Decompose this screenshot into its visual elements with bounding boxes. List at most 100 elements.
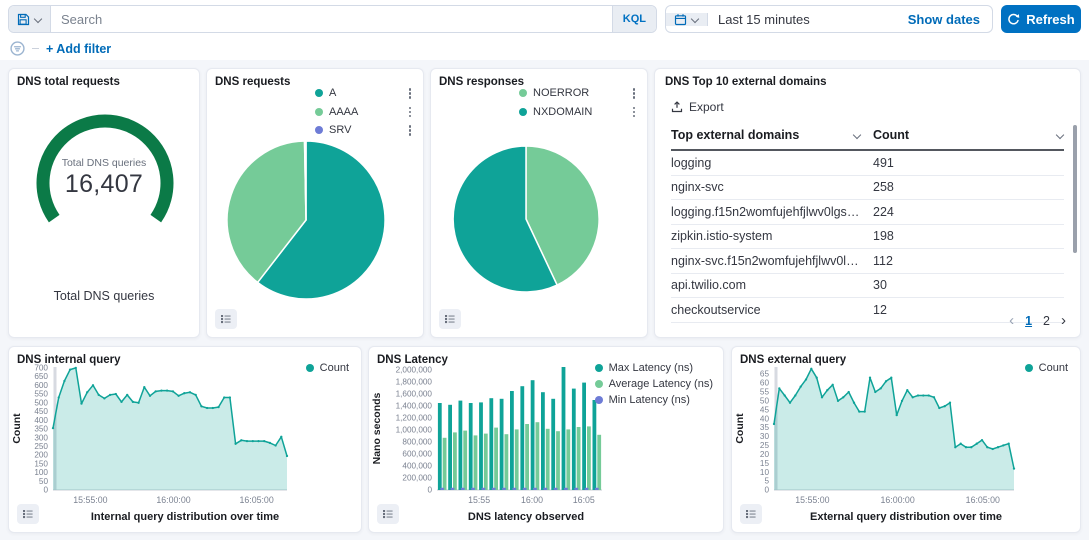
table-scrollbar[interactable] [1073,125,1077,253]
next-page-icon[interactable]: › [1061,313,1066,328]
page-number-1[interactable]: 1 [1025,314,1032,328]
gauge-label: Total DNS queries [9,157,199,169]
domain-cell: zipkin.istio-system [671,229,873,243]
legend-actions-icon[interactable] [631,87,638,100]
legend-item-max-latency-ns[interactable]: Max Latency (ns) [595,362,713,374]
export-button[interactable]: Export [671,100,724,114]
legend-list-icon [221,313,231,325]
table-row: logging.f15n2womfujehfjlwv0lgs3nog....22… [671,200,1064,225]
legend-toggle-button[interactable] [740,504,762,524]
legend-label: Min Latency (ns) [609,394,713,406]
saved-query-menu-button[interactable] [9,6,51,32]
legend-item-srv[interactable]: SRV [315,124,413,137]
table-column-header-count[interactable]: Count [873,128,1064,142]
svg-text:2,000,000: 2,000,000 [396,366,433,375]
legend-toggle-button[interactable] [439,309,461,329]
legend-actions-icon[interactable] [407,124,414,137]
date-picker-calendar-button[interactable] [666,13,708,26]
previous-page-icon[interactable]: ‹ [1009,313,1014,328]
svg-text:150: 150 [34,459,48,468]
legend-label: AAAA [329,106,401,118]
svg-text:400,000: 400,000 [402,462,432,471]
svg-text:30: 30 [760,432,770,441]
column-label: Count [873,128,909,142]
svg-text:0: 0 [427,486,432,495]
legend-toggle-button[interactable] [377,504,399,524]
legend-label: NOERROR [533,87,625,99]
panel-dns-total-requests: DNS total requests Total DNS queries 16,… [8,68,200,338]
chart-legend: Max Latency (ns) Average Latency (ns) Min … [595,362,713,406]
legend-label: Count [1039,362,1068,374]
count-cell: 224 [873,205,1064,219]
legend-color-dot [595,380,603,388]
svg-text:0: 0 [43,486,48,495]
filter-icon[interactable] [10,41,25,56]
svg-text:60: 60 [760,379,770,388]
page-number-2[interactable]: 2 [1043,314,1050,328]
legend-list-icon [445,313,455,325]
time-range-display[interactable]: Last 15 minutes [708,12,908,27]
count-cell: 491 [873,156,1064,170]
count-cell: 258 [873,180,1064,194]
legend-actions-icon[interactable] [407,106,414,119]
svg-text:15:55:00: 15:55:00 [795,495,829,505]
legend-item-average-latency-ns[interactable]: Average Latency (ns) [595,378,713,390]
show-dates-button[interactable]: Show dates [908,12,992,27]
sort-chevron-icon[interactable] [853,131,861,139]
domain-cell: logging.f15n2womfujehfjlwv0lgs3nog.... [671,205,873,219]
svg-text:Count: Count [11,413,23,444]
domain-cell: api.twilio.com [671,278,873,292]
svg-text:25: 25 [760,441,770,450]
svg-text:600,000: 600,000 [402,450,432,459]
refresh-icon [1007,13,1020,26]
svg-text:1,600,000: 1,600,000 [396,390,433,399]
legend-item-count[interactable]: Count [1025,362,1068,374]
svg-text:15:55:00: 15:55:00 [73,495,107,505]
legend-actions-icon[interactable] [631,106,638,119]
legend-item-aaaa[interactable]: AAAA [315,106,413,119]
svg-text:0: 0 [764,486,769,495]
svg-text:800,000: 800,000 [402,438,432,447]
svg-text:15: 15 [760,459,770,468]
dashboard-grid: DNS total requests Total DNS queries 16,… [0,60,1089,540]
legend-item-count[interactable]: Count [306,362,349,374]
chart-legend: Count [306,362,349,374]
area-chart[interactable]: 0510152025303540455055606515:55:0016:00:… [732,347,1082,534]
legend-item-nxdomain[interactable]: NXDOMAIN [519,106,637,119]
kql-language-button[interactable]: KQL [612,6,656,32]
svg-text:16:00:00: 16:00:00 [156,495,190,505]
legend-color-dot [595,396,603,404]
svg-text:450: 450 [34,407,48,416]
export-label: Export [689,100,724,114]
area-chart[interactable]: 0501001502002503003504004505005506006507… [9,347,363,534]
table-column-header-top-external-domains[interactable]: Top external domains [671,128,873,142]
svg-text:1,200,000: 1,200,000 [396,414,433,423]
calendar-icon [674,13,687,26]
legend-toggle-button[interactable] [17,504,39,524]
legend-actions-icon[interactable] [407,87,414,100]
legend-toggle-button[interactable] [215,309,237,329]
legend-item-a[interactable]: A [315,87,413,100]
legend-item-noerror[interactable]: NOERROR [519,87,637,100]
filter-divider [32,48,39,49]
svg-text:45: 45 [760,405,770,414]
table-pagination: ‹ 12 › [1009,313,1066,328]
domain-cell: logging [671,156,873,170]
svg-text:Count: Count [734,413,746,444]
add-filter-button[interactable]: + Add filter [46,42,111,56]
legend-label: A [329,87,401,99]
svg-text:5: 5 [764,477,769,486]
legend-item-min-latency-ns[interactable]: Min Latency (ns) [595,394,713,406]
svg-text:1,000,000: 1,000,000 [396,426,433,435]
svg-text:650: 650 [34,372,48,381]
refresh-button[interactable]: Refresh [1001,5,1081,33]
panel-dns-latency: DNS Latency 0200,000400,000600,000800,00… [368,346,724,533]
chevron-down-icon [34,15,42,23]
svg-text:200: 200 [34,451,48,460]
sort-chevron-icon[interactable] [1056,131,1064,139]
pie-legend: AAAAASRV [315,87,413,137]
search-input[interactable] [51,6,612,32]
domain-cell: checkoutservice [671,303,873,317]
table-row: zipkin.istio-system198 [671,225,1064,250]
panel-dns-external-query: DNS external query 051015202530354045505… [731,346,1081,533]
